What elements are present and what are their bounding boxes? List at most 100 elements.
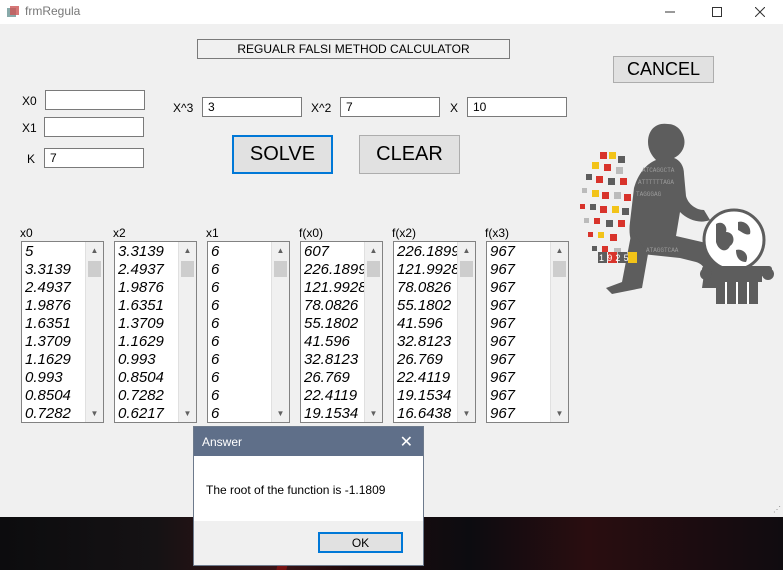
- list-item[interactable]: 0.993: [118, 351, 180, 369]
- list-item[interactable]: 0.993: [25, 369, 87, 387]
- list-item[interactable]: 0.7282: [25, 405, 87, 423]
- list-item[interactable]: 967: [490, 315, 552, 333]
- x2-listbox[interactable]: 3.3139 2.4937 1.9876 1.6351 1.3709 1.162…: [114, 241, 197, 423]
- list-item[interactable]: 19.1534: [304, 405, 366, 423]
- list-item[interactable]: 967: [490, 333, 552, 351]
- scroll-up-icon[interactable]: ▲: [365, 242, 382, 259]
- list-item[interactable]: 226.1899: [397, 243, 459, 261]
- list-item[interactable]: 6: [211, 351, 273, 369]
- x0-input[interactable]: [45, 90, 145, 110]
- vertical-scrollbar[interactable]: ▲ ▼: [364, 242, 382, 422]
- list-item[interactable]: 16.6438: [397, 405, 459, 423]
- list-item[interactable]: 26.769: [397, 351, 459, 369]
- x-squared-input[interactable]: [340, 97, 440, 117]
- list-item[interactable]: 1.9876: [118, 279, 180, 297]
- list-item[interactable]: 1.1629: [118, 333, 180, 351]
- close-icon[interactable]: ✕: [400, 432, 413, 452]
- solve-button[interactable]: SOLVE: [232, 135, 333, 174]
- list-item[interactable]: 967: [490, 297, 552, 315]
- scroll-thumb[interactable]: [367, 261, 380, 277]
- x-cubed-input[interactable]: [202, 97, 302, 117]
- scroll-thumb[interactable]: [88, 261, 101, 277]
- list-item[interactable]: 967: [490, 261, 552, 279]
- clear-button[interactable]: CLEAR: [359, 135, 460, 174]
- scroll-up-icon[interactable]: ▲: [458, 242, 475, 259]
- list-item[interactable]: 967: [490, 369, 552, 387]
- list-item[interactable]: 0.8504: [118, 369, 180, 387]
- list-item[interactable]: 19.1534: [397, 387, 459, 405]
- list-item[interactable]: 41.596: [304, 333, 366, 351]
- ok-button[interactable]: OK: [318, 532, 403, 553]
- list-item[interactable]: 1.3709: [25, 333, 87, 351]
- scroll-down-icon[interactable]: ▼: [179, 405, 196, 422]
- fx3-listbox[interactable]: 967 967 967 967 967 967 967 967 967 967 …: [486, 241, 569, 423]
- scroll-up-icon[interactable]: ▲: [272, 242, 289, 259]
- scroll-thumb[interactable]: [553, 261, 566, 277]
- list-item[interactable]: 26.769: [304, 369, 366, 387]
- vertical-scrollbar[interactable]: ▲ ▼: [178, 242, 196, 422]
- x0-listbox[interactable]: 5 3.3139 2.4937 1.9876 1.6351 1.3709 1.1…: [21, 241, 104, 423]
- vertical-scrollbar[interactable]: ▲ ▼: [85, 242, 103, 422]
- list-item[interactable]: 55.1802: [304, 315, 366, 333]
- list-item[interactable]: 32.8123: [397, 333, 459, 351]
- resize-grip-icon[interactable]: ⋰: [773, 505, 781, 514]
- minimize-icon[interactable]: [647, 0, 693, 24]
- cancel-button[interactable]: CANCEL: [613, 56, 714, 83]
- x1-input[interactable]: [44, 117, 144, 137]
- list-item[interactable]: 6: [211, 315, 273, 333]
- close-icon[interactable]: [737, 0, 783, 24]
- list-item[interactable]: 607: [304, 243, 366, 261]
- list-item[interactable]: 0.7282: [118, 387, 180, 405]
- scroll-down-icon[interactable]: ▼: [365, 405, 382, 422]
- list-item[interactable]: 121.9928: [304, 279, 366, 297]
- list-item[interactable]: 32.8123: [304, 351, 366, 369]
- list-item[interactable]: 0.8504: [25, 387, 87, 405]
- list-item[interactable]: 3.3139: [118, 243, 180, 261]
- list-item[interactable]: 967: [490, 279, 552, 297]
- vertical-scrollbar[interactable]: ▲ ▼: [457, 242, 475, 422]
- list-item[interactable]: 1.6351: [25, 315, 87, 333]
- list-item[interactable]: 0.6217: [118, 405, 180, 423]
- list-item[interactable]: 78.0826: [397, 279, 459, 297]
- list-item[interactable]: 2.4937: [25, 279, 87, 297]
- list-item[interactable]: 6: [211, 297, 273, 315]
- list-item[interactable]: 6: [211, 243, 273, 261]
- list-item[interactable]: 1.9876: [25, 297, 87, 315]
- list-item[interactable]: 1.3709: [118, 315, 180, 333]
- list-item[interactable]: 22.4119: [397, 369, 459, 387]
- scroll-down-icon[interactable]: ▼: [551, 405, 568, 422]
- x1-listbox[interactable]: 6 6 6 6 6 6 6 6 6 6 ▲ ▼: [207, 241, 290, 423]
- list-item[interactable]: 6: [211, 261, 273, 279]
- scroll-up-icon[interactable]: ▲: [551, 242, 568, 259]
- list-item[interactable]: 967: [490, 405, 552, 423]
- list-item[interactable]: 226.1899: [304, 261, 366, 279]
- scroll-up-icon[interactable]: ▲: [179, 242, 196, 259]
- vertical-scrollbar[interactable]: ▲ ▼: [550, 242, 568, 422]
- scroll-down-icon[interactable]: ▼: [458, 405, 475, 422]
- list-item[interactable]: 967: [490, 387, 552, 405]
- list-item[interactable]: 6: [211, 369, 273, 387]
- list-item[interactable]: 5: [25, 243, 87, 261]
- list-item[interactable]: 121.9928: [397, 261, 459, 279]
- fx2-listbox[interactable]: 226.1899 121.9928 78.0826 55.1802 41.596…: [393, 241, 476, 423]
- list-item[interactable]: 6: [211, 333, 273, 351]
- list-item[interactable]: 967: [490, 243, 552, 261]
- fx0-listbox[interactable]: 607 226.1899 121.9928 78.0826 55.1802 41…: [300, 241, 383, 423]
- list-item[interactable]: 78.0826: [304, 297, 366, 315]
- list-item[interactable]: 967: [490, 351, 552, 369]
- list-item[interactable]: 1.6351: [118, 297, 180, 315]
- list-item[interactable]: 3.3139: [25, 261, 87, 279]
- list-item[interactable]: 6: [211, 405, 273, 423]
- list-item[interactable]: 1.1629: [25, 351, 87, 369]
- scroll-up-icon[interactable]: ▲: [86, 242, 103, 259]
- maximize-icon[interactable]: [694, 0, 740, 24]
- k-input[interactable]: [44, 148, 144, 168]
- list-item[interactable]: 2.4937: [118, 261, 180, 279]
- x-input[interactable]: [467, 97, 567, 117]
- scroll-down-icon[interactable]: ▼: [86, 405, 103, 422]
- vertical-scrollbar[interactable]: ▲ ▼: [271, 242, 289, 422]
- list-item[interactable]: 22.4119: [304, 387, 366, 405]
- scroll-down-icon[interactable]: ▼: [272, 405, 289, 422]
- list-item[interactable]: 41.596: [397, 315, 459, 333]
- scroll-thumb[interactable]: [460, 261, 473, 277]
